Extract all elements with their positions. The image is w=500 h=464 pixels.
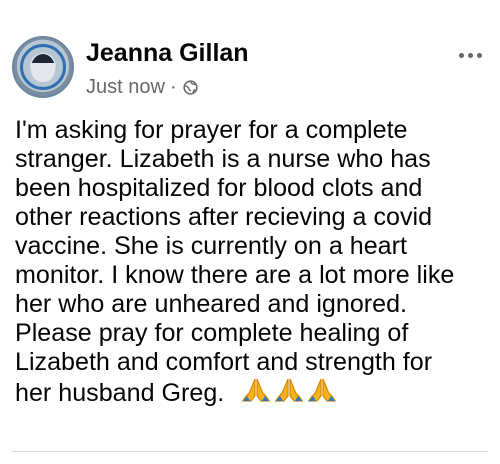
meta-separator: · <box>169 76 177 98</box>
praying-hands-emoji-group <box>241 377 337 403</box>
message-line-final: her husband Greg. <box>15 377 487 408</box>
more-options-button[interactable] <box>456 48 484 62</box>
message-line: Lizabeth and comfort and strength for <box>15 348 433 376</box>
more-options-dot <box>458 52 464 58</box>
message-line: vaccine. She is currently on a heart <box>15 232 407 260</box>
praying-hands-icon <box>274 378 304 402</box>
post-timestamp[interactable]: Just now <box>86 75 165 99</box>
more-options-dot <box>467 52 473 58</box>
post-message: I'm asking for prayer for a complete str… <box>15 116 487 408</box>
more-options-dot <box>476 52 482 58</box>
praying-hands-icon <box>307 378 337 402</box>
praying-hands-icon <box>241 378 271 402</box>
globe-icon[interactable] <box>182 79 199 96</box>
message-line: I'm asking for prayer for a complete <box>15 116 408 144</box>
final-message-text: her husband Greg. <box>15 379 225 407</box>
author-name[interactable]: Jeanna Gillan <box>86 38 249 68</box>
author-avatar[interactable] <box>12 36 74 98</box>
message-line: other reactions after recieving a covid <box>15 203 433 231</box>
facebook-post: Jeanna Gillan Just now · I'm asking for … <box>0 0 500 464</box>
message-line: stranger. Lizabeth is a nurse who has <box>15 145 431 173</box>
post-header: Jeanna Gillan Just now · <box>12 36 488 100</box>
post-meta: Just now · <box>86 75 199 99</box>
avatar-portrait <box>31 54 55 82</box>
post-divider <box>12 451 488 452</box>
message-line: Please pray for complete healing of <box>15 319 409 347</box>
message-line: monitor. I know there are a lot more lik… <box>15 261 455 289</box>
message-line: her who are unheared and ignored. <box>15 290 408 318</box>
message-line: been hospitalized for blood clots and <box>15 174 423 202</box>
